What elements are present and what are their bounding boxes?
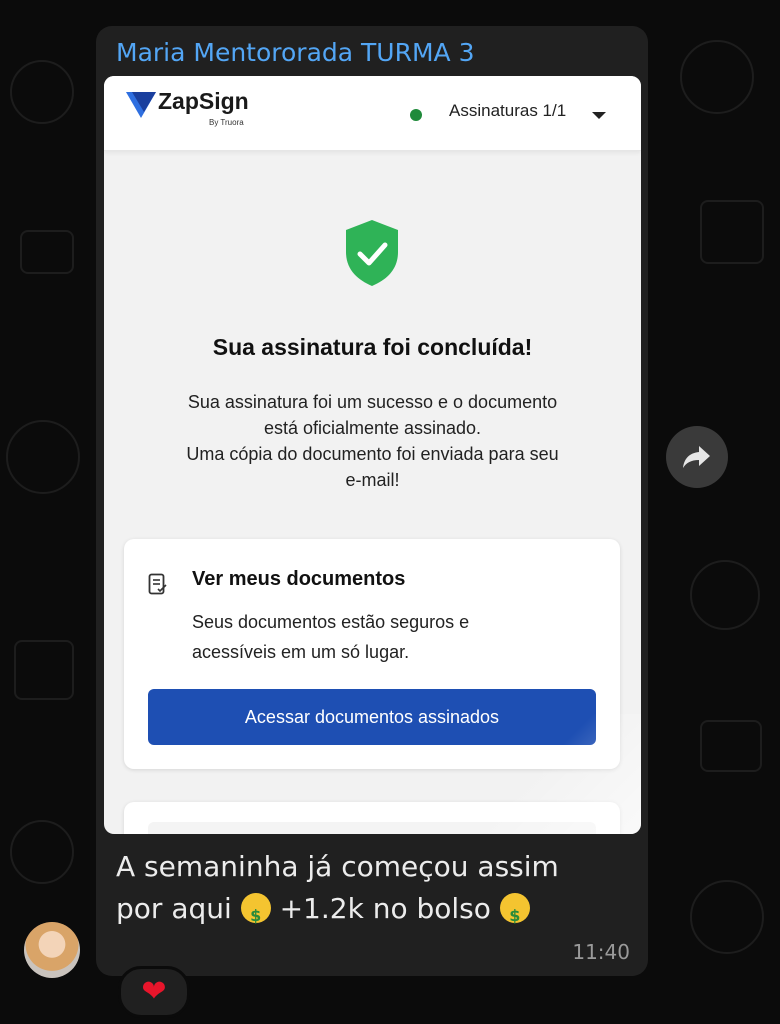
success-message: Sua assinatura foi um sucesso e o docume… [134,389,611,493]
avatar[interactable] [24,922,80,978]
status-dot [410,109,422,121]
caption-text-a: por aqui [116,892,232,925]
documents-desc-line: Seus documentos estão seguros e [192,612,470,632]
zapsign-logo-subtitle: By Truora [209,118,244,127]
zapsign-header: ZapSign By Truora Assinaturas 1/1 [104,76,641,151]
message-bubble[interactable]: Maria Mentororada TURMA 3 ZapSign By Tru… [96,26,648,976]
success-line: está oficialmente assinado. [263,418,482,438]
caption-line-2: por aqui +1.2k no bolso [116,888,636,937]
shield-check-icon [346,220,398,286]
caption-text-b: +1.2k no bolso [279,892,491,925]
money-mouth-face-icon [499,893,530,937]
heart-icon: ❤ [141,974,167,1009]
success-line: Uma cópia do documento foi enviada para … [186,444,559,464]
zapsign-logo-icon [126,92,156,118]
sender-name[interactable]: Maria Mentororada TURMA 3 [116,38,475,67]
attached-image[interactable]: ZapSign By Truora Assinaturas 1/1 Sua as… [104,76,641,834]
forward-button[interactable] [666,426,728,488]
chevron-down-icon[interactable] [592,112,606,119]
signatures-dropdown-label[interactable]: Assinaturas 1/1 [449,101,566,121]
success-line: e-mail! [345,470,400,490]
success-line: Sua assinatura foi um sucesso e o docume… [187,392,558,412]
forward-arrow-icon [683,446,710,468]
message-caption: A semaninha já começou assim por aqui +1… [116,846,636,937]
documents-desc-line: acessíveis em um só lugar. [192,642,410,662]
document-icon [148,573,167,595]
documents-card-title: Ver meus documentos [192,568,406,590]
message-timestamp: 11:40 [572,940,630,964]
money-mouth-face-icon [240,893,271,937]
caption-line-1: A semaninha já começou assim [116,850,559,883]
documents-card-description: Seus documentos estão seguros e acessíve… [192,607,602,667]
success-title: Sua assinatura foi concluída! [212,334,533,360]
screen-glare [481,714,641,834]
zapsign-logo-text: ZapSign [158,88,249,114]
reaction-badge[interactable]: ❤ [118,966,190,1018]
